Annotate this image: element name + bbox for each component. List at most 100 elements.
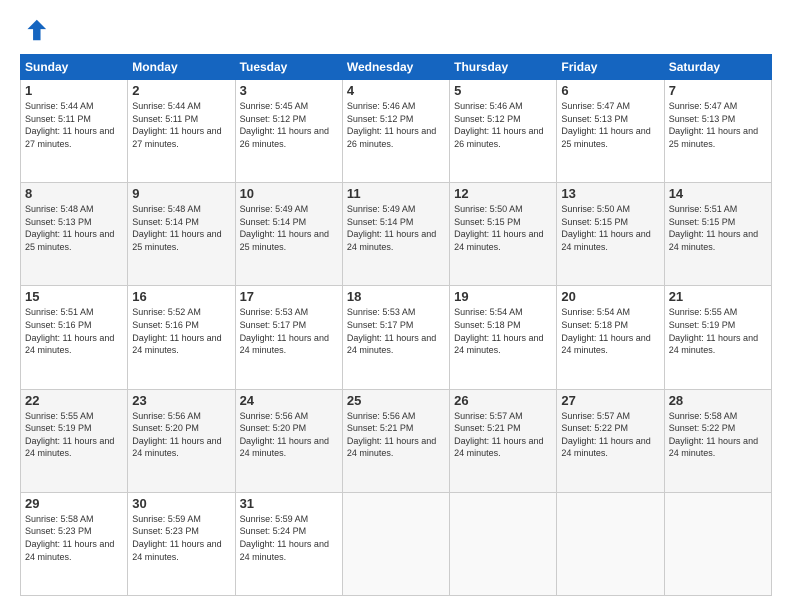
calendar-cell: 7 Sunrise: 5:47 AMSunset: 5:13 PMDaylight… xyxy=(664,80,771,183)
calendar-cell: 13 Sunrise: 5:50 AMSunset: 5:15 PMDayligh… xyxy=(557,183,664,286)
day-info: Sunrise: 5:45 AMSunset: 5:12 PMDaylight:… xyxy=(240,100,338,150)
day-info: Sunrise: 5:54 AMSunset: 5:18 PMDaylight:… xyxy=(561,306,659,356)
calendar-cell: 21 Sunrise: 5:55 AMSunset: 5:19 PMDayligh… xyxy=(664,286,771,389)
day-number: 16 xyxy=(132,289,230,304)
calendar-cell: 29 Sunrise: 5:58 AMSunset: 5:23 PMDayligh… xyxy=(21,492,128,595)
calendar-table: SundayMondayTuesdayWednesdayThursdayFrid… xyxy=(20,54,772,596)
calendar-cell xyxy=(342,492,449,595)
day-number: 27 xyxy=(561,393,659,408)
calendar-cell: 1Sunrise: 5:44 AMSunset: 5:11 PMDaylight… xyxy=(21,80,128,183)
day-info: Sunrise: 5:51 AMSunset: 5:15 PMDaylight:… xyxy=(669,203,767,253)
header xyxy=(20,16,772,44)
calendar-cell: 15 Sunrise: 5:51 AMSunset: 5:16 PMDayligh… xyxy=(21,286,128,389)
calendar-cell: 26 Sunrise: 5:57 AMSunset: 5:21 PMDayligh… xyxy=(450,389,557,492)
calendar-cell: 19 Sunrise: 5:54 AMSunset: 5:18 PMDayligh… xyxy=(450,286,557,389)
day-number: 6 xyxy=(561,83,659,98)
day-number: 4 xyxy=(347,83,445,98)
day-number: 10 xyxy=(240,186,338,201)
day-info: Sunrise: 5:56 AMSunset: 5:21 PMDaylight:… xyxy=(347,410,445,460)
day-info: Sunrise: 5:55 AMSunset: 5:19 PMDaylight:… xyxy=(25,410,123,460)
calendar-cell: 28Sunrise: 5:58 AMSunset: 5:22 PMDayligh… xyxy=(664,389,771,492)
day-number: 26 xyxy=(454,393,552,408)
day-info: Sunrise: 5:56 AMSunset: 5:20 PMDaylight:… xyxy=(240,410,338,460)
day-number: 21 xyxy=(669,289,767,304)
calendar-cell: 24 Sunrise: 5:56 AMSunset: 5:20 PMDayligh… xyxy=(235,389,342,492)
day-info: Sunrise: 5:46 AMSunset: 5:12 PMDaylight:… xyxy=(454,100,552,150)
calendar-cell: 9 Sunrise: 5:48 AMSunset: 5:14 PMDaylight… xyxy=(128,183,235,286)
logo xyxy=(20,16,52,44)
day-number: 8 xyxy=(25,186,123,201)
day-number: 9 xyxy=(132,186,230,201)
day-info: Sunrise: 5:49 AMSunset: 5:14 PMDaylight:… xyxy=(347,203,445,253)
calendar-cell: 4 Sunrise: 5:46 AMSunset: 5:12 PMDaylight… xyxy=(342,80,449,183)
calendar-cell xyxy=(450,492,557,595)
day-number: 18 xyxy=(347,289,445,304)
day-info: Sunrise: 5:50 AMSunset: 5:15 PMDaylight:… xyxy=(561,203,659,253)
day-number: 12 xyxy=(454,186,552,201)
calendar-cell: 6 Sunrise: 5:47 AMSunset: 5:13 PMDaylight… xyxy=(557,80,664,183)
day-info: Sunrise: 5:51 AMSunset: 5:16 PMDaylight:… xyxy=(25,306,123,356)
day-info: Sunrise: 5:48 AMSunset: 5:14 PMDaylight:… xyxy=(132,203,230,253)
day-info: Sunrise: 5:58 AMSunset: 5:23 PMDaylight:… xyxy=(25,513,123,563)
logo-icon xyxy=(20,16,48,44)
day-number: 15 xyxy=(25,289,123,304)
day-info: Sunrise: 5:47 AMSunset: 5:13 PMDaylight:… xyxy=(561,100,659,150)
day-of-week-header: Sunday xyxy=(21,55,128,80)
day-number: 28 xyxy=(669,393,767,408)
day-number: 3 xyxy=(240,83,338,98)
calendar-cell: 20 Sunrise: 5:54 AMSunset: 5:18 PMDayligh… xyxy=(557,286,664,389)
day-of-week-header: Wednesday xyxy=(342,55,449,80)
day-info: Sunrise: 5:57 AMSunset: 5:22 PMDaylight:… xyxy=(561,410,659,460)
day-number: 13 xyxy=(561,186,659,201)
calendar-cell: 16 Sunrise: 5:52 AMSunset: 5:16 PMDayligh… xyxy=(128,286,235,389)
calendar-cell: 14 Sunrise: 5:51 AMSunset: 5:15 PMDayligh… xyxy=(664,183,771,286)
day-number: 25 xyxy=(347,393,445,408)
day-info: Sunrise: 5:54 AMSunset: 5:18 PMDaylight:… xyxy=(454,306,552,356)
calendar-cell: 22 Sunrise: 5:55 AMSunset: 5:19 PMDayligh… xyxy=(21,389,128,492)
day-info: Sunrise: 5:47 AMSunset: 5:13 PMDaylight:… xyxy=(669,100,767,150)
calendar-cell: 30 Sunrise: 5:59 AMSunset: 5:23 PMDayligh… xyxy=(128,492,235,595)
day-number: 29 xyxy=(25,496,123,511)
day-of-week-header: Tuesday xyxy=(235,55,342,80)
day-info: Sunrise: 5:53 AMSunset: 5:17 PMDaylight:… xyxy=(347,306,445,356)
day-info: Sunrise: 5:49 AMSunset: 5:14 PMDaylight:… xyxy=(240,203,338,253)
page: SundayMondayTuesdayWednesdayThursdayFrid… xyxy=(0,0,792,612)
calendar-cell: 10 Sunrise: 5:49 AMSunset: 5:14 PMDayligh… xyxy=(235,183,342,286)
day-info: Sunrise: 5:50 AMSunset: 5:15 PMDaylight:… xyxy=(454,203,552,253)
day-number: 14 xyxy=(669,186,767,201)
day-number: 19 xyxy=(454,289,552,304)
day-info: Sunrise: 5:55 AMSunset: 5:19 PMDaylight:… xyxy=(669,306,767,356)
calendar-cell: 27 Sunrise: 5:57 AMSunset: 5:22 PMDayligh… xyxy=(557,389,664,492)
calendar-cell: 5 Sunrise: 5:46 AMSunset: 5:12 PMDaylight… xyxy=(450,80,557,183)
day-number: 24 xyxy=(240,393,338,408)
calendar-cell: 11Sunrise: 5:49 AMSunset: 5:14 PMDayligh… xyxy=(342,183,449,286)
calendar-cell: 12 Sunrise: 5:50 AMSunset: 5:15 PMDayligh… xyxy=(450,183,557,286)
day-info: Sunrise: 5:59 AMSunset: 5:23 PMDaylight:… xyxy=(132,513,230,563)
day-info: Sunrise: 5:46 AMSunset: 5:12 PMDaylight:… xyxy=(347,100,445,150)
calendar-cell: 8 Sunrise: 5:48 AMSunset: 5:13 PMDaylight… xyxy=(21,183,128,286)
day-number: 5 xyxy=(454,83,552,98)
day-info: Sunrise: 5:57 AMSunset: 5:21 PMDaylight:… xyxy=(454,410,552,460)
day-number: 22 xyxy=(25,393,123,408)
calendar-cell: 18 Sunrise: 5:53 AMSunset: 5:17 PMDayligh… xyxy=(342,286,449,389)
day-number: 20 xyxy=(561,289,659,304)
day-info: Sunrise: 5:53 AMSunset: 5:17 PMDaylight:… xyxy=(240,306,338,356)
day-info: Sunrise: 5:52 AMSunset: 5:16 PMDaylight:… xyxy=(132,306,230,356)
calendar-cell xyxy=(557,492,664,595)
day-of-week-header: Friday xyxy=(557,55,664,80)
day-of-week-header: Saturday xyxy=(664,55,771,80)
calendar-cell: 31Sunrise: 5:59 AMSunset: 5:24 PMDayligh… xyxy=(235,492,342,595)
calendar-cell: 23Sunrise: 5:56 AMSunset: 5:20 PMDayligh… xyxy=(128,389,235,492)
day-info: Sunrise: 5:48 AMSunset: 5:13 PMDaylight:… xyxy=(25,203,123,253)
calendar-cell: 3 Sunrise: 5:45 AMSunset: 5:12 PMDaylight… xyxy=(235,80,342,183)
calendar-cell: 17Sunrise: 5:53 AMSunset: 5:17 PMDayligh… xyxy=(235,286,342,389)
day-number: 1 xyxy=(25,83,123,98)
day-number: 30 xyxy=(132,496,230,511)
day-number: 2 xyxy=(132,83,230,98)
calendar-cell: 2 Sunrise: 5:44 AMSunset: 5:11 PMDaylight… xyxy=(128,80,235,183)
day-number: 31 xyxy=(240,496,338,511)
calendar-cell xyxy=(664,492,771,595)
day-number: 7 xyxy=(669,83,767,98)
day-info: Sunrise: 5:44 AMSunset: 5:11 PMDaylight:… xyxy=(132,100,230,150)
day-of-week-header: Thursday xyxy=(450,55,557,80)
